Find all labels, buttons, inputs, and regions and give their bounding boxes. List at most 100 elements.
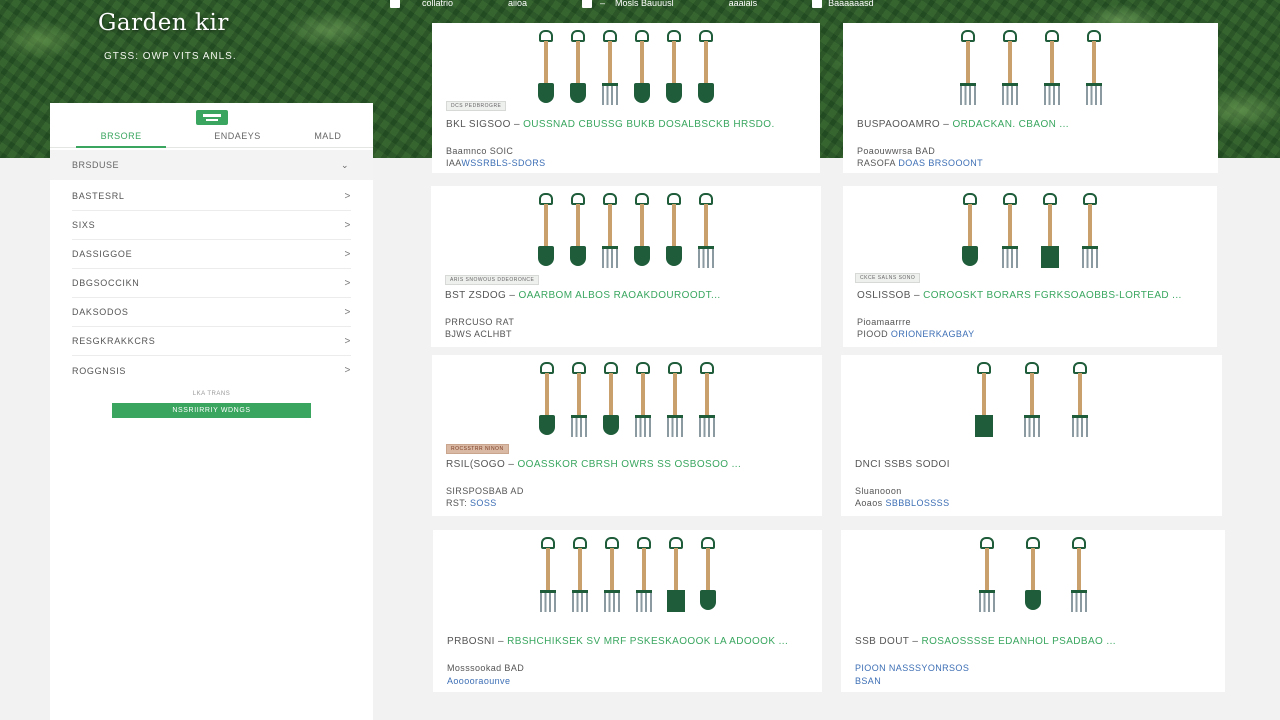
product-badge: ROCSSTRR NINON — [446, 444, 509, 454]
fork-tool-icon — [600, 190, 620, 274]
category-label: DAKSODOS — [72, 307, 129, 317]
category-item[interactable]: DBGSOCCIKN > — [72, 269, 351, 298]
chevron-right-icon: > — [344, 365, 351, 376]
fork-tool-icon — [1022, 359, 1042, 443]
chevron-right-icon: > — [344, 248, 351, 260]
product-title[interactable]: BUSPAOOAMRO – ORDACKAN. CBAON ... — [857, 119, 1206, 131]
product-image — [431, 190, 821, 276]
fork-tool-icon — [697, 359, 717, 443]
product-price-alt: BSAN — [855, 676, 882, 686]
product-card[interactable]: ROCSSTRR NINON RSIL(SOGO – OOASSKOR CBRS… — [432, 355, 822, 516]
product-image — [841, 359, 1222, 445]
tab-endays[interactable]: ENDAEYS — [192, 131, 282, 148]
product-title[interactable]: PRBOSNI – RBSHCHIKSEK SV MRF PSKESKAOOOK… — [447, 636, 810, 648]
product-card[interactable]: DCS PEDBROGRE BKL SIGSOO – OUSSNAD CBUSS… — [432, 23, 820, 173]
product-image — [433, 534, 822, 620]
category-item[interactable]: RESGKRAKKCRS > — [72, 327, 351, 356]
spade-tool-icon — [664, 190, 684, 274]
product-title[interactable]: RSIL(SOGO – OOASSKOR CBRSH OWRS SS OSBOS… — [446, 459, 810, 471]
chevron-right-icon: > — [344, 219, 351, 231]
product-price: Aooooraounve — [447, 676, 511, 686]
product-image — [841, 534, 1225, 620]
nav-item-1[interactable]: collatrio — [390, 0, 453, 8]
product-title[interactable]: OSLISSOB – COROOSKT BORARS FGRKSOAOBBS-L… — [857, 290, 1205, 302]
fork-tool-icon — [1000, 190, 1020, 274]
product-image — [843, 27, 1218, 113]
apply-filters-button[interactable]: NSSRIIRRIY WDNGS — [112, 403, 311, 418]
chevron-right-icon: > — [344, 306, 351, 318]
category-list: BASTESRL > SIXS > DASSIGGOE > DBGSOCCIKN > D… — [50, 180, 373, 385]
fork-tool-icon — [1042, 27, 1062, 111]
product-price: Aoaos SBBBLOSSSS — [855, 498, 950, 508]
product-meta: Mosssookad BAD — [447, 663, 525, 673]
product-image — [432, 359, 822, 445]
filter-sidebar: BRSORE ENDAEYS MALD BRSDUSE ⌄ BASTESRL > … — [50, 103, 373, 720]
product-meta: SIRSPOSBAB AD — [446, 486, 524, 496]
product-price: IAAWSSRBLS-SDORS — [446, 158, 546, 168]
product-title[interactable]: SSB DOUT – ROSAOSSSSE EDANHOL PSADBAO ..… — [855, 636, 1213, 648]
spade-tool-icon — [568, 190, 588, 274]
spade-tool-icon — [536, 27, 556, 111]
fork-tool-icon — [1080, 190, 1100, 274]
product-meta: Baamnco SOIC — [446, 146, 514, 156]
product-price: RASOFA DOAS BRSOOONT — [857, 158, 984, 168]
sidebar-note: LKA TRANS — [192, 391, 231, 397]
category-item[interactable]: ROGGNSIS > — [72, 356, 351, 385]
product-card[interactable]: PRBOSNI – RBSHCHIKSEK SV MRF PSKESKAOOOK… — [433, 530, 822, 692]
fork-tool-icon — [538, 534, 558, 618]
sidebar-header: BRSORE ENDAEYS MALD — [50, 103, 373, 148]
fork-tool-icon — [602, 534, 622, 618]
spade-tool-icon — [1023, 534, 1043, 618]
product-card[interactable]: BUSPAOOAMRO – ORDACKAN. CBAON ... Poaouw… — [843, 23, 1218, 173]
shop-logo-icon — [196, 110, 228, 125]
filter-label: BRSDUSE — [72, 160, 120, 170]
fork-tool-icon — [977, 534, 997, 618]
product-price: PIOON NASSSYONRSOS — [855, 663, 970, 673]
tab-mald[interactable]: MALD — [283, 131, 373, 148]
product-badge: DCS PEDBROGRE — [446, 101, 507, 111]
category-label: RESGKRAKKCRS — [72, 336, 156, 346]
nav-item-5[interactable]: aaaiais — [729, 0, 758, 8]
product-card[interactable]: DNCI SSBS SODOI Sluanooon Aoaos SBBBLOSS… — [841, 355, 1222, 516]
category-item[interactable]: DAKSODOS > — [72, 298, 351, 327]
product-title[interactable]: BST ZSDOG – OAARBOM ALBOS RAOAKDOUROODT.… — [445, 290, 809, 302]
top-navigation: collatrio aiioa – Mosls Bauuusl aaaiais … — [390, 0, 874, 10]
bag-icon — [582, 0, 593, 8]
spade-tool-icon — [960, 190, 980, 274]
spade-tool-icon — [664, 27, 684, 111]
product-badge: ARIS SNOWOUS DDEORONCE — [445, 275, 540, 285]
spade-tool-icon — [632, 190, 652, 274]
spade-tool-icon — [568, 27, 588, 111]
category-item[interactable]: DASSIGGOE > — [72, 240, 351, 269]
category-label: DBGSOCCIKN — [72, 278, 140, 288]
product-title[interactable]: DNCI SSBS SODOI — [855, 459, 1210, 471]
nav-label: Mosls Bauuusl — [615, 0, 674, 8]
product-price: RST: SOSS — [446, 498, 497, 508]
flat-tool-icon — [974, 359, 994, 443]
product-meta: Sluanooon — [855, 486, 902, 496]
product-title[interactable]: BKL SIGSOO – OUSSNAD CBUSSG BUKB DOSALBS… — [446, 119, 808, 131]
nav-item-2[interactable]: aiioa — [508, 0, 527, 8]
category-item[interactable]: BASTESRL > — [72, 182, 351, 211]
product-card[interactable]: SSB DOUT – ROSAOSSSSE EDANHOL PSADBAO ..… — [841, 530, 1225, 692]
product-price: BJWS ACLHBT — [445, 329, 512, 339]
spade-tool-icon — [632, 27, 652, 111]
category-item[interactable]: SIXS > — [72, 211, 351, 240]
spade-tool-icon — [601, 359, 621, 443]
flat-tool-icon — [666, 534, 686, 618]
spade-tool-icon — [537, 359, 557, 443]
site-tagline: GTSS: OWP VITS ANLS. — [104, 51, 237, 62]
nav-item-4[interactable]: Mosls Bauuusl — [615, 0, 674, 8]
fork-tool-icon — [1084, 27, 1104, 111]
fork-tool-icon — [1000, 27, 1020, 111]
nav-item-6[interactable]: Baaaaaasd — [812, 0, 874, 8]
product-card[interactable]: ARIS SNOWOUS DDEORONCE BST ZSDOG – OAARB… — [431, 186, 821, 347]
product-card[interactable]: CKCE SALNS SONO OSLISSOB – COROOSKT BORA… — [843, 186, 1217, 347]
lock-icon — [390, 0, 400, 8]
category-label: ROGGNSIS — [72, 365, 127, 376]
site-title: Garden kir — [98, 10, 229, 36]
filter-dropdown[interactable]: BRSDUSE ⌄ — [50, 150, 373, 180]
tab-browse[interactable]: BRSORE — [76, 131, 167, 148]
cart-icon — [812, 0, 823, 8]
nav-item-3[interactable]: – — [582, 0, 605, 8]
